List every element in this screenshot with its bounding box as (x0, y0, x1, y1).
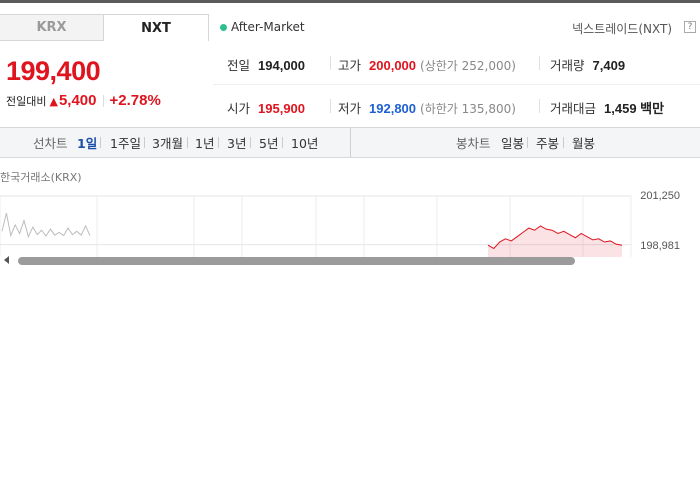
y-tick-label: 201,250 (640, 190, 680, 202)
divider (527, 137, 528, 148)
stat-volume: 거래량 7,409 (550, 55, 625, 74)
candle-weekly-button[interactable]: 주봉 (536, 128, 559, 157)
divider (218, 137, 219, 148)
change-divider (102, 94, 104, 107)
stat-value: 7,409 (592, 58, 626, 73)
stat-label: 시가 (227, 101, 251, 116)
y-tick-label: 198,981 (640, 240, 680, 252)
period-10y-button[interactable]: 10년 (291, 128, 318, 157)
stat-prev-close: 전일 194,000 (227, 55, 305, 74)
divider (100, 137, 101, 148)
stat-value: 192,800 (369, 101, 417, 116)
period-1w-button[interactable]: 1주일 (110, 128, 141, 157)
stat-value: 195,900 (258, 101, 306, 116)
stat-amount: 거래대금 1,459 백만 (550, 98, 664, 117)
period-5y-button[interactable]: 5년 (259, 128, 278, 157)
change-label: 전일대비 (6, 95, 47, 108)
toolbar-divider (350, 128, 351, 157)
help-icon[interactable]: ? (684, 21, 696, 33)
divider (539, 99, 540, 113)
period-3y-button[interactable]: 3년 (227, 128, 246, 157)
stat-low: 저가 192,800 (하한가 135,800) (338, 98, 516, 117)
stat-label: 고가 (338, 58, 362, 73)
top-border (0, 0, 700, 3)
line-chart-label: 선차트 (33, 136, 68, 151)
candle-daily-button[interactable]: 일봉 (501, 128, 524, 157)
divider (187, 137, 188, 148)
candle-chart-label: 봉차트 (456, 136, 491, 151)
divider (282, 137, 283, 148)
stat-label: 거래량 (550, 58, 585, 73)
period-3m-button[interactable]: 3개월 (152, 128, 183, 157)
divider (330, 99, 331, 113)
stat-value: 200,000 (369, 58, 417, 73)
session-status: After-Market (220, 20, 305, 34)
tab-nxt[interactable]: NXT (104, 14, 209, 41)
stats-row-divider (213, 84, 700, 85)
lower-limit: (하한가 135,800) (420, 102, 516, 116)
market-name-link[interactable]: 넥스트레이드(NXT) (572, 20, 672, 37)
period-1y-button[interactable]: 1년 (195, 128, 214, 157)
chart-toolbar: 선차트 1일 1주일 3개월 1년 3년 5년 10년 봉차트 일봉 주봉 월봉 (0, 127, 700, 158)
chart-scrollbar-thumb[interactable] (18, 257, 575, 265)
divider (144, 137, 145, 148)
stat-label: 거래대금 (550, 101, 597, 116)
session-label: After-Market (231, 20, 305, 34)
stat-label: 전일 (227, 58, 251, 73)
change-value: 5,400 (58, 92, 97, 109)
stat-high: 고가 200,000 (상한가 252,000) (338, 55, 516, 74)
candle-monthly-button[interactable]: 월봉 (572, 128, 595, 157)
krx-price-line (1, 213, 91, 239)
nxt-price-area (488, 225, 622, 257)
tab-krx[interactable]: KRX (0, 14, 104, 41)
stat-label: 저가 (338, 101, 362, 116)
divider (539, 56, 540, 70)
chart-caption: 한국거래소(KRX) (0, 171, 82, 184)
status-dot-icon (220, 23, 227, 31)
divider (330, 56, 331, 70)
change-row: 전일대비 ▲ 5,400 +2.78% (6, 92, 161, 109)
divider (563, 137, 564, 148)
stat-value: 1,459 백만 (604, 101, 665, 116)
period-1d-button[interactable]: 1일 (77, 128, 97, 157)
current-price: 199,400 (6, 56, 101, 86)
scroll-left-arrow-icon[interactable] (4, 256, 9, 264)
stat-value: 194,000 (258, 58, 306, 73)
upper-limit: (상한가 252,000) (420, 59, 516, 73)
up-arrow-icon: ▲ (49, 95, 58, 108)
stat-open: 시가 195,900 (227, 98, 305, 117)
divider (250, 137, 251, 148)
change-percent: +2.78% (109, 92, 161, 109)
price-chart (0, 195, 632, 257)
